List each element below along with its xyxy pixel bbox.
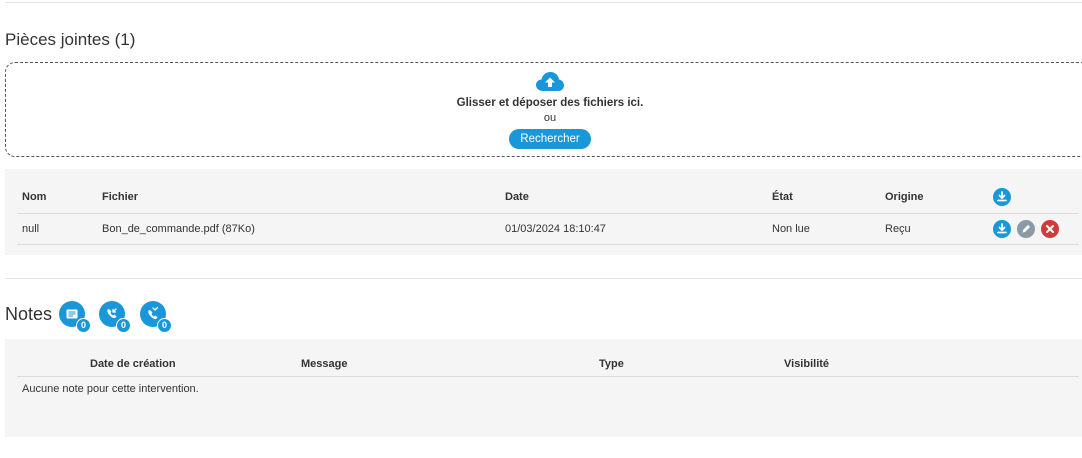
calls-missed-badge[interactable]: 0 [140, 301, 172, 333]
attachments-table: Nom Fichier Date État Origine null Bon_d… [17, 182, 1079, 245]
col-state: État [767, 182, 880, 214]
col-visibility: Visibilité [784, 352, 1079, 377]
download-icon[interactable] [993, 219, 1011, 238]
col-name: Nom [17, 182, 97, 214]
cell-state: Non lue [767, 213, 880, 245]
calls-missed-count: 0 [157, 318, 172, 333]
notes-table: Date de création Message Type Visibilité [17, 352, 1079, 377]
browse-files-button[interactable]: Rechercher [509, 129, 591, 149]
cell-origin: Reçu [880, 213, 988, 245]
attachments-panel: Nom Fichier Date État Origine null Bon_d… [5, 169, 1082, 255]
attachments-header-row: Nom Fichier Date État Origine [17, 182, 1079, 214]
table-row[interactable]: null Bon_de_commande.pdf (87Ko) 01/03/20… [17, 213, 1079, 245]
cell-actions [988, 213, 1079, 245]
notes-list-badge[interactable]: 0 [59, 301, 91, 333]
notes-panel: Date de création Message Type Visibilité… [5, 339, 1082, 437]
section-divider [5, 278, 1082, 279]
dropzone-or-label: ou [543, 112, 557, 124]
file-dropzone[interactable]: Glisser et déposer des fichiers ici. ou … [5, 62, 1082, 157]
col-date: Date [500, 182, 767, 214]
top-divider [5, 2, 1082, 3]
cell-date: 01/03/2024 18:10:47 [500, 213, 767, 245]
col-spacer [17, 352, 90, 377]
attachments-title: Pièces jointes (1) [5, 30, 136, 49]
col-created: Date de création [90, 352, 301, 377]
col-file: Fichier [97, 182, 500, 214]
dropzone-instructions: Glisser et déposer des fichiers ici. [456, 97, 644, 109]
calls-incoming-badge[interactable]: 0 [99, 301, 131, 333]
notes-count: 0 [76, 318, 91, 333]
col-message: Message [301, 352, 599, 377]
delete-icon[interactable] [1041, 219, 1059, 238]
empty-notes-message: Aucune note pour cette intervention. [22, 383, 199, 395]
cell-name: null [17, 213, 97, 245]
download-all-icon[interactable] [993, 188, 1011, 207]
notes-title: Notes [5, 304, 53, 324]
edit-icon[interactable] [1017, 219, 1035, 238]
notes-header-row: Date de création Message Type Visibilité [17, 352, 1079, 377]
cell-file[interactable]: Bon_de_commande.pdf (87Ko) [97, 213, 500, 245]
col-type: Type [599, 352, 784, 377]
col-actions [988, 182, 1079, 214]
col-origin: Origine [880, 182, 988, 214]
cloud-upload-icon [536, 72, 564, 91]
calls-incoming-count: 0 [116, 318, 131, 333]
